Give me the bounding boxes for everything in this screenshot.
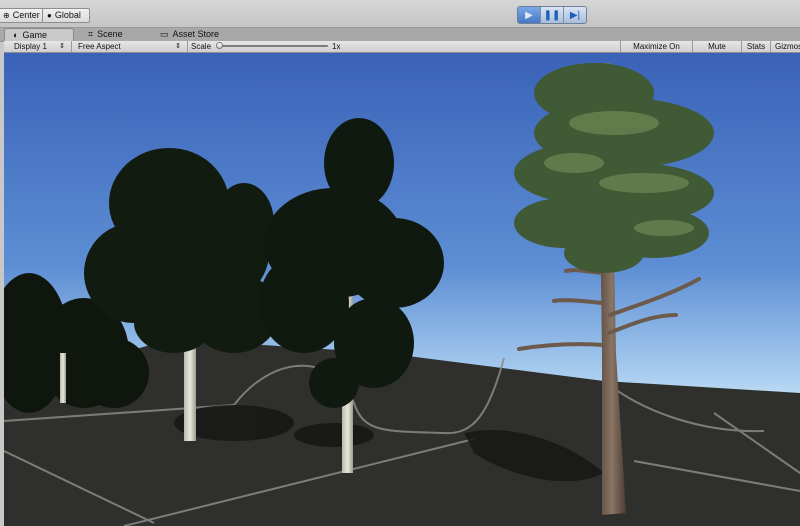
tree-left-trunk [60,353,66,403]
globe-icon: ● [47,11,52,20]
pivot-center-button[interactable]: ⊕ Center [0,8,44,23]
scale-slider-handle[interactable] [216,42,223,49]
maximize-on-play-toggle[interactable]: Maximize On Play [620,41,692,62]
game-render [4,53,800,526]
display-dropdown-value: Display 1 [14,42,47,51]
game-viewport[interactable] [4,53,800,526]
tab-asset-store[interactable]: ▭ Asset Store [152,28,227,41]
step-button[interactable]: ▶| [564,7,586,23]
scale-slider[interactable] [216,41,328,52]
stats-toggle[interactable]: Stats [741,41,770,52]
tab-scene-label: Scene [97,29,123,39]
display-dropdown[interactable]: Display 1 ⇕ [8,41,72,52]
playback-controls: ▶ ❚❚ ▶| [517,6,587,24]
tab-game[interactable]: ◐ Game [4,28,74,41]
scale-value: 1x [332,42,341,51]
tab-game-label: Game [22,29,47,40]
aspect-dropdown[interactable]: Free Aspect ⇕ [72,41,188,52]
dropdown-arrows-icon: ⇕ [175,43,181,50]
pause-icon: ❚❚ [543,9,561,21]
tab-scene[interactable]: ⌗ Scene [80,28,131,41]
pivot-center-label: Center [12,10,40,20]
tab-asset-store-label: Asset Store [172,29,220,39]
view-tab-strip: ◐ Game ⌗ Scene ▭ Asset Store [0,28,800,42]
play-icon: ▶ [525,9,533,21]
pivot-icon: ⊕ [3,11,10,20]
store-icon: ▭ [160,29,169,39]
gizmos-dropdown[interactable]: Gizmos [770,41,800,52]
main-toolbar: ⊕ Center ● Global ▶ ❚❚ ▶| [0,0,800,28]
step-icon: ▶| [569,9,581,21]
pause-button[interactable]: ❚❚ [541,7,564,23]
rotation-global-button[interactable]: ● Global [42,8,90,23]
mute-audio-toggle[interactable]: Mute Audio [692,41,741,62]
grid-icon: ⌗ [88,29,94,39]
rotation-global-label: Global [54,10,81,20]
scale-label: Scale [191,42,212,51]
scale-slider-track [220,45,328,47]
play-button[interactable]: ▶ [518,7,541,23]
game-view-control-bar: Display 1 ⇕ Free Aspect ⇕ Scale 1x Maxim… [4,41,800,62]
dropdown-arrows-icon: ⇕ [59,43,65,50]
aspect-dropdown-value: Free Aspect [78,42,121,51]
game-controller-icon: ◐ [13,29,19,40]
